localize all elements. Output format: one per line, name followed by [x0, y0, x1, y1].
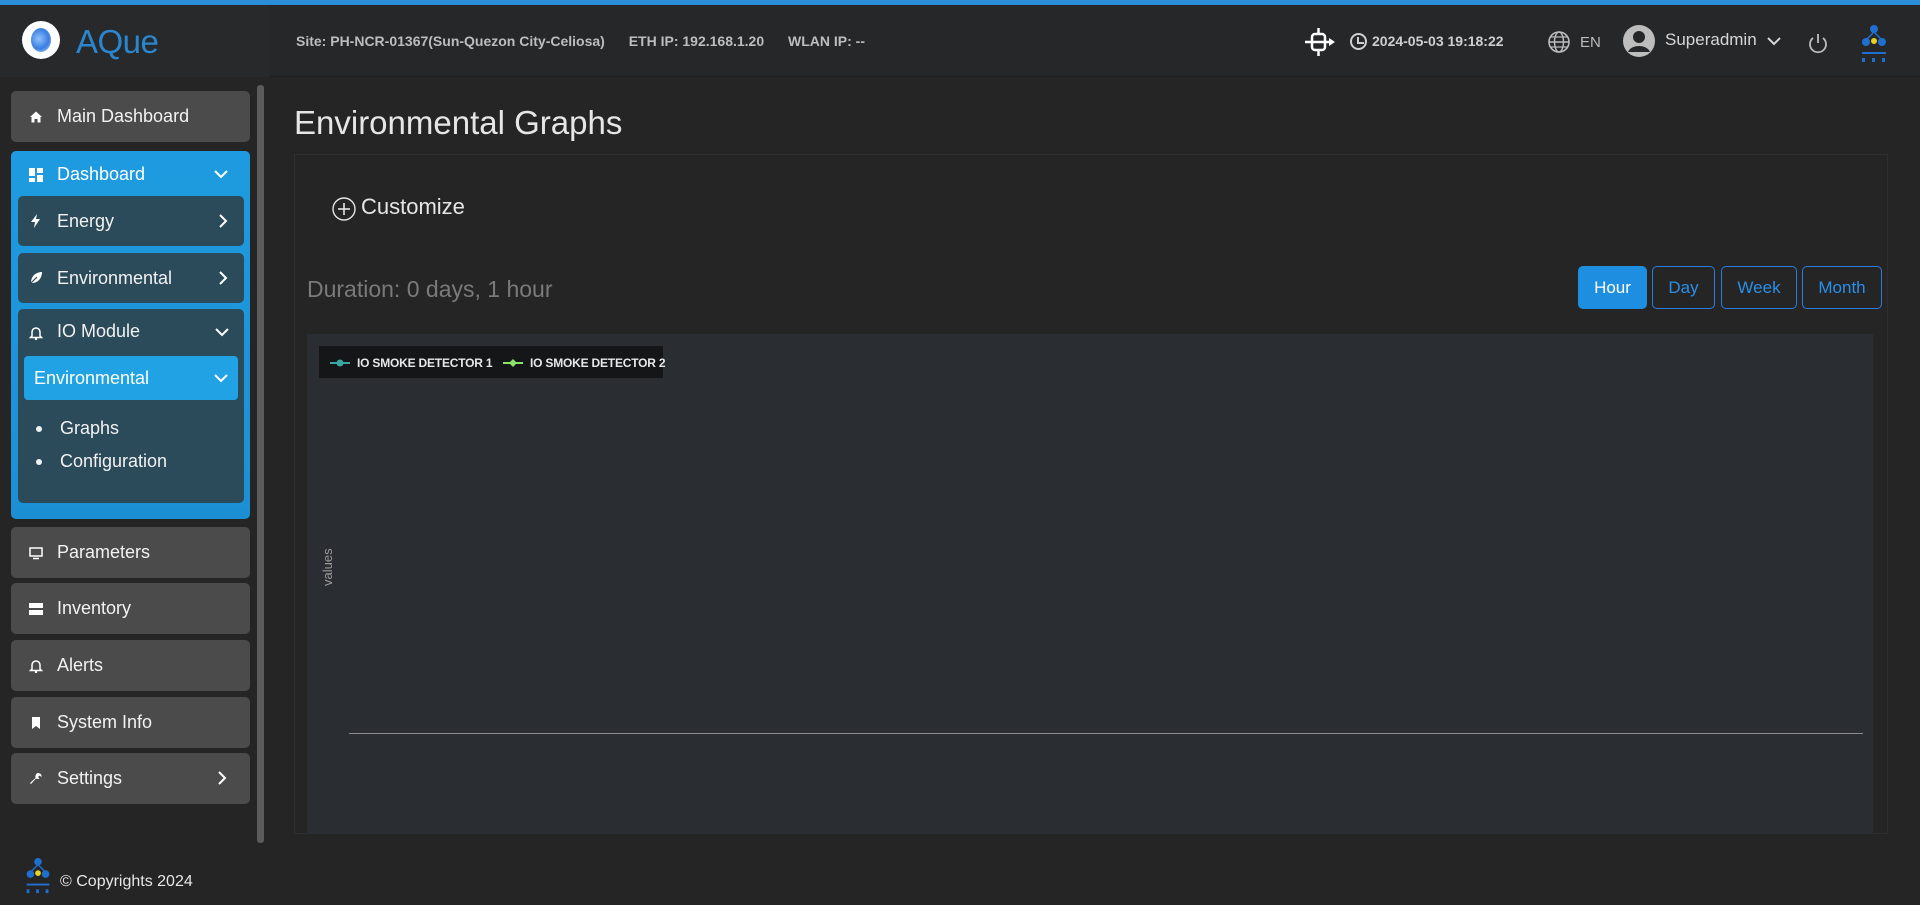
- bell-icon: [29, 660, 43, 673]
- bell-icon: [29, 327, 43, 340]
- sidebar-item-label: Environmental: [34, 368, 150, 388]
- leaf-icon: [29, 272, 42, 285]
- sidebar-item-label: Energy: [57, 211, 115, 231]
- bolt-icon: [31, 214, 40, 228]
- sidebar-item-label: Graphs: [60, 418, 120, 438]
- brand-name: AQue: [76, 23, 159, 60]
- sidebar-io-module-group: IO Module Environmental Graphs Configura…: [18, 309, 244, 503]
- clock-icon: [1350, 33, 1367, 50]
- dashboard-icon: [29, 168, 43, 182]
- sidebar-item-settings[interactable]: Settings: [11, 753, 250, 804]
- range-month-button[interactable]: Month: [1802, 266, 1882, 309]
- globe-icon[interactable]: [1547, 30, 1571, 54]
- sidebar-item-label: System Info: [57, 712, 153, 732]
- user-name[interactable]: Superadmin: [1665, 30, 1757, 50]
- sidebar-item-environmental[interactable]: Environmental: [18, 253, 244, 303]
- legend-label: IO SMOKE DETECTOR 1: [357, 356, 493, 370]
- chart-legend: IO SMOKE DETECTOR 1 IO SMOKE DETECTOR 2: [319, 346, 666, 378]
- y-axis-label: values: [320, 548, 335, 586]
- sidebar-item-alerts[interactable]: Alerts: [11, 640, 250, 691]
- sidebar-item-label: Alerts: [57, 655, 104, 675]
- eth-ip: ETH IP: 192.168.1.20: [628, 33, 765, 49]
- chevron-down-icon[interactable]: [1767, 36, 1781, 46]
- sidebar-item-parameters[interactable]: Parameters: [11, 527, 250, 578]
- sidebar-item-label: Inventory: [57, 598, 132, 618]
- wrench-icon: [30, 773, 42, 784]
- range-day-button[interactable]: Day: [1652, 266, 1715, 309]
- legend-marker-icon: [330, 359, 350, 367]
- chevron-right-icon: [219, 271, 228, 285]
- sidebar-item-label: Configuration: [60, 451, 168, 471]
- language-selector[interactable]: EN: [1580, 34, 1601, 51]
- range-week-button[interactable]: Week: [1721, 266, 1797, 309]
- bullet-icon: [36, 459, 42, 465]
- plc-logo-icon: [26, 857, 50, 894]
- x-axis-line: [349, 733, 1863, 734]
- sidebar-item-label: Main Dashboard: [57, 106, 190, 126]
- sidebar-item-label: Parameters: [57, 542, 151, 562]
- chart-area: [307, 334, 1873, 834]
- chevron-down-icon: [214, 170, 228, 179]
- sidebar-item-system-info[interactable]: System Info: [11, 697, 250, 748]
- sidebar-item-inventory[interactable]: Inventory: [11, 583, 250, 634]
- legend-label: IO SMOKE DETECTOR 2: [530, 356, 666, 370]
- sidebar-item-io-module[interactable]: IO Module: [18, 309, 244, 355]
- bullet-icon: [36, 426, 42, 432]
- sidebar-item-io-environmental[interactable]: Environmental: [24, 356, 238, 400]
- chevron-down-icon: [214, 374, 228, 383]
- sidebar-item-main-dashboard[interactable]: Main Dashboard: [11, 91, 250, 142]
- brand[interactable]: AQue: [0, 5, 270, 77]
- sidebar-dashboard-group: Dashboard Energy Environmental IO Module…: [11, 151, 250, 519]
- duration-text: Duration: 0 days, 1 hour: [307, 276, 553, 302]
- sidebar-item-label: Dashboard: [57, 164, 146, 184]
- chevron-right-icon: [218, 771, 227, 785]
- copyright-text: © Copyrights 2024: [60, 873, 193, 890]
- plus-circle-icon: [332, 197, 356, 221]
- monitor-icon: [29, 547, 43, 560]
- connection-icon[interactable]: [1305, 28, 1335, 56]
- chevron-down-icon: [215, 328, 229, 337]
- page-title: Environmental Graphs: [294, 104, 623, 141]
- customize-label: Customize: [361, 194, 465, 219]
- storage-icon: [29, 603, 43, 615]
- datetime: 2024-05-03 19:18:22: [1372, 33, 1504, 49]
- site-label: Site: PH-NCR-01367(Sun-Quezon City-Celio…: [296, 33, 605, 49]
- sidebar-item-energy[interactable]: Energy: [18, 196, 244, 246]
- sidebar-item-label: Environmental: [57, 268, 173, 288]
- top-header: AQue Site: PH-NCR-01367(Sun-Quezon City-…: [0, 5, 1920, 77]
- sidebar-item-label: Settings: [57, 768, 123, 788]
- chevron-right-icon: [219, 214, 228, 228]
- sidebar-scrollbar[interactable]: [257, 85, 264, 843]
- sidebar-item-dashboard[interactable]: Dashboard: [11, 151, 250, 197]
- brand-logo-icon: [22, 21, 60, 59]
- sidebar-item-label: IO Module: [57, 321, 141, 341]
- site-info: Site: PH-NCR-01367(Sun-Quezon City-Celio…: [296, 33, 885, 49]
- bookmark-icon: [32, 717, 40, 729]
- plc-logo-icon: [1862, 25, 1886, 62]
- range-hour-button[interactable]: Hour: [1578, 266, 1647, 309]
- user-avatar-icon[interactable]: [1622, 24, 1656, 58]
- legend-marker-icon: [503, 359, 523, 367]
- home-icon: [30, 111, 42, 123]
- wlan-ip: WLAN IP: --: [788, 33, 866, 49]
- power-icon[interactable]: [1807, 32, 1829, 54]
